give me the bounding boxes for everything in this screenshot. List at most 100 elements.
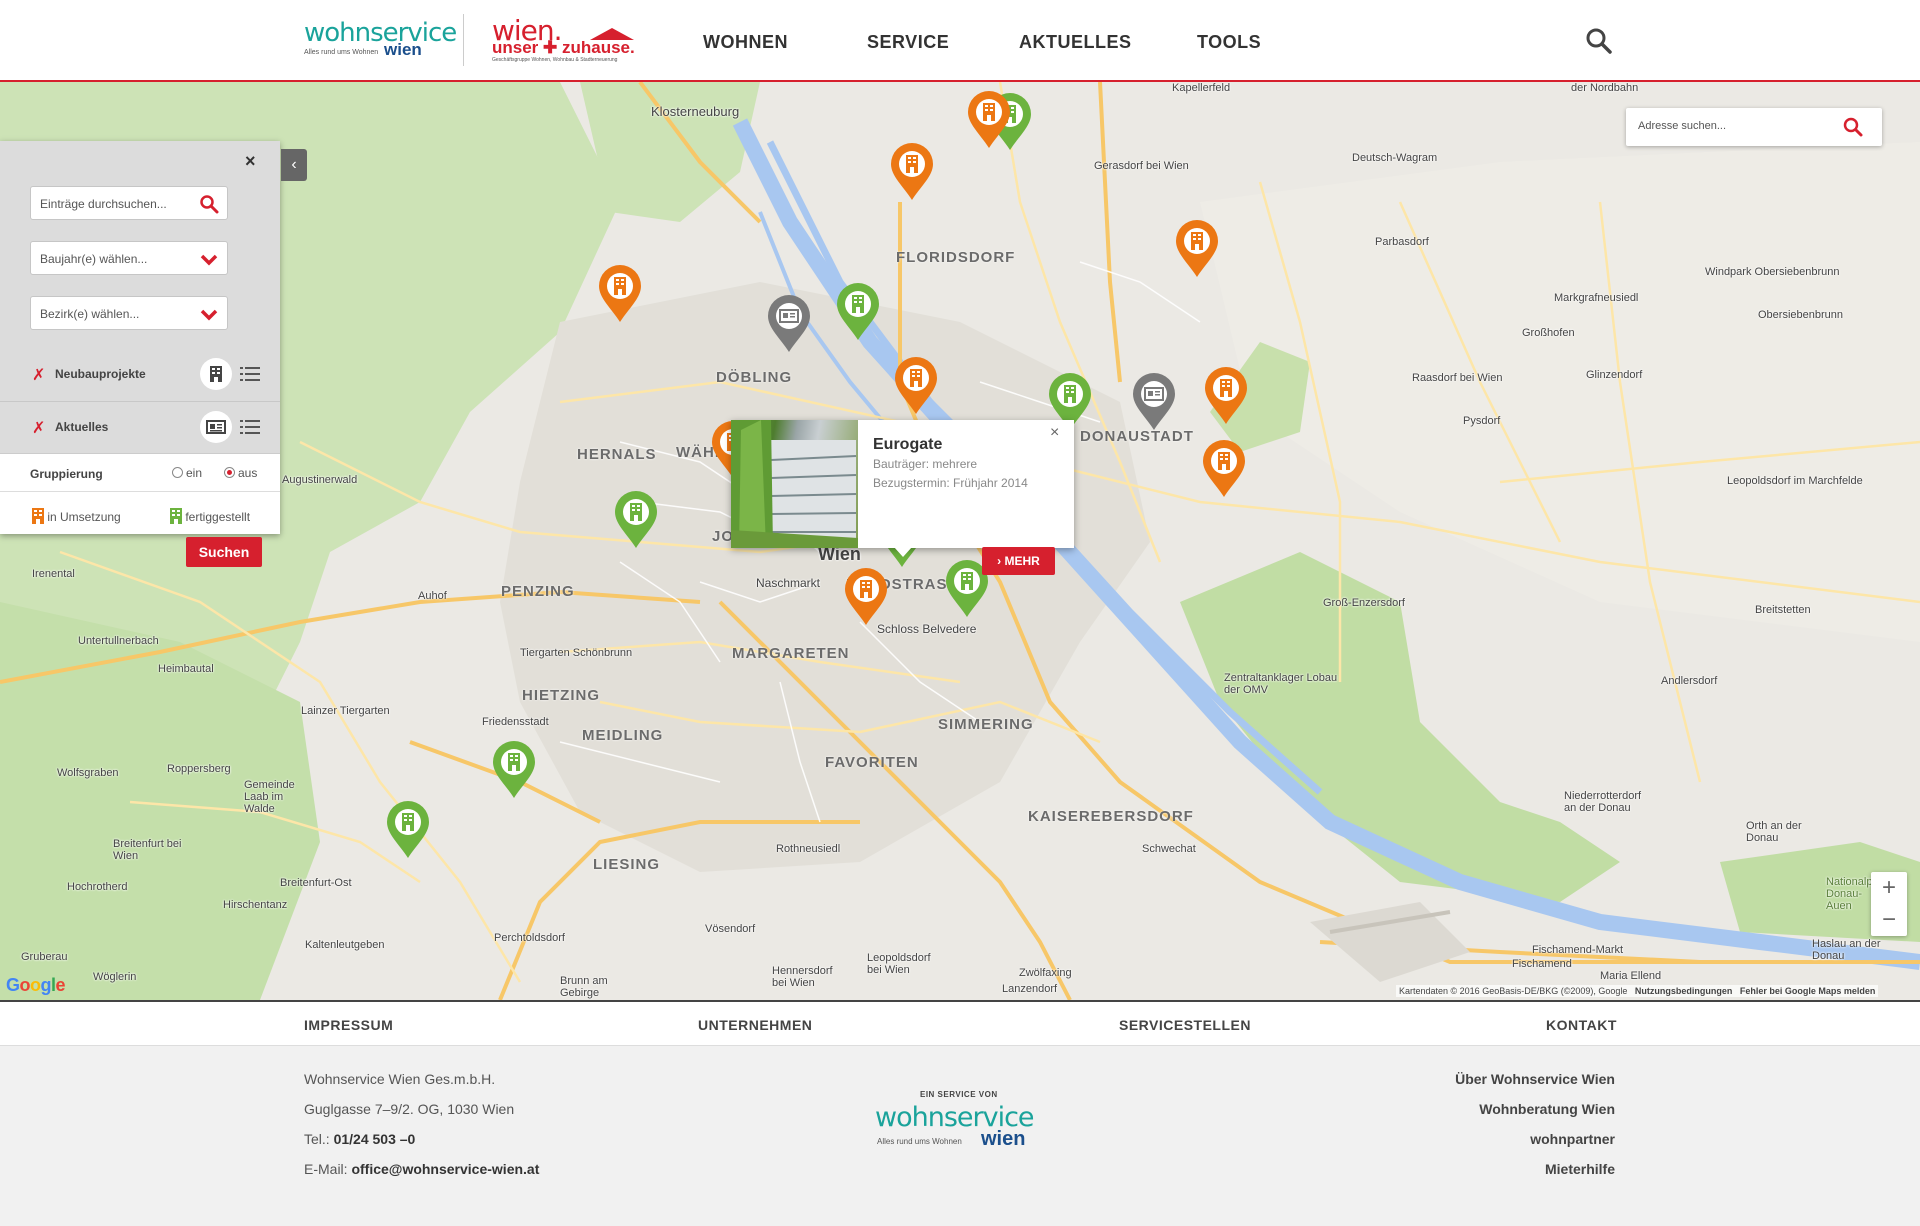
zoom-out-button[interactable]: − (1871, 904, 1907, 936)
footer-nav-impressum[interactable]: IMPRESSUM (304, 1017, 393, 1033)
place-label: Kapellerfeld (1172, 82, 1231, 94)
place-label: Perchtoldsdorf (494, 932, 565, 944)
google-logo: Google (6, 975, 66, 995)
list-icon[interactable] (240, 420, 260, 434)
list-icon[interactable] (240, 367, 260, 381)
building-icon (200, 358, 232, 390)
logo-divider (463, 14, 464, 66)
panel-collapse-button[interactable]: ‹ (281, 149, 307, 181)
map-marker-building-orange[interactable] (1174, 219, 1220, 279)
logo-wien: wien (384, 40, 422, 59)
place-label: Friedensstadt (482, 716, 549, 728)
map-marker-building-orange[interactable] (966, 90, 1012, 150)
layer-toggle-aktuelles[interactable]: ✗ Aktuelles (0, 401, 280, 451)
place-label: Pysdorf (1463, 415, 1501, 427)
map-marker-building-green[interactable] (385, 800, 431, 860)
footer-link-about[interactable]: Über Wohnservice Wien (1455, 1071, 1615, 1087)
year-select[interactable]: Baujahr(e) wählen... (30, 241, 228, 275)
grouping-label: Gruppierung (30, 467, 103, 481)
search-icon (200, 195, 219, 214)
place-label: Vösendorf (705, 923, 756, 935)
map-marker-news-gray[interactable] (766, 294, 812, 354)
place-label: Kaltenleutgeben (305, 939, 385, 951)
layer-label: Aktuelles (55, 420, 109, 434)
district-label: PENZING (501, 583, 575, 600)
place-label: Schloss Belvedere (877, 622, 977, 636)
map-marker-building-orange[interactable] (893, 356, 939, 416)
project-photo (731, 420, 858, 548)
wohnservice-logo[interactable]: wohnservice Alles rund ums Wohnen wien (304, 18, 457, 62)
nav-aktuelles[interactable]: AKTUELLES (1019, 32, 1132, 53)
nav-tools[interactable]: TOOLS (1197, 32, 1261, 53)
footer-nav-servicestellen[interactable]: SERVICESTELLEN (1119, 1017, 1251, 1033)
grouping-on-radio[interactable]: ein (172, 466, 202, 480)
place-label: Breitenfurt-Ost (280, 877, 352, 889)
map-marker-building-orange[interactable] (843, 567, 889, 627)
footer-wohnservice-logo[interactable]: EIN SERVICE VON wohnservice Alles rund u… (875, 1090, 1045, 1150)
place-label: Andlersdorf (1661, 675, 1718, 687)
checkbox-checked-icon[interactable]: ✗ (32, 418, 45, 437)
filter-panel: × ‹ Einträge durchsuchen... Baujahr(e) w… (0, 141, 307, 534)
terms-link[interactable]: Nutzungsbedingungen (1635, 986, 1732, 996)
search-icon[interactable] (1842, 116, 1864, 138)
district-select[interactable]: Bezirk(e) wählen... (30, 296, 228, 330)
district-label: MARGARETEN (732, 645, 850, 662)
map-attribution: Kartendaten © 2016 GeoBasis-DE/BKG (©200… (1396, 985, 1879, 997)
map-marker-building-green[interactable] (835, 282, 881, 342)
place-label: Leopoldsdorf bei Wien (867, 952, 931, 976)
map-canvas[interactable]: FLORIDSDORF DÖBLING HERNALS WÄHRI PENZIN… (0, 82, 1920, 1000)
logo-wordmark: wohnservice (304, 18, 457, 48)
popup-close-button[interactable]: × (1050, 424, 1059, 442)
phone-label: Tel.: (304, 1131, 330, 1147)
layer-label: Neubauprojekte (55, 367, 146, 381)
legend-done-label: fertiggestellt (185, 510, 251, 524)
chevron-left-icon: ‹ (291, 156, 297, 173)
phone-number[interactable]: 01/24 503 –0 (334, 1131, 416, 1147)
layer-toggle-neubauprojekte[interactable]: ✗ Neubauprojekte (0, 349, 280, 399)
place-label: Tiergarten Schönbrunn (520, 647, 633, 659)
map-marker-building-orange[interactable] (1201, 439, 1247, 499)
entries-search-input[interactable]: Einträge durchsuchen... (30, 186, 228, 220)
nav-wohnen[interactable]: WOHNEN (703, 32, 788, 53)
footer-nav-kontakt[interactable]: KONTAKT (1546, 1017, 1617, 1033)
place-label: Zwölfaxing (1019, 967, 1072, 979)
map-marker-news-gray[interactable] (1131, 372, 1177, 432)
grouping-on-label: ein (186, 466, 203, 480)
search-icon[interactable] (1585, 27, 1613, 55)
footer-nav-unternehmen[interactable]: UNTERNEHMEN (698, 1017, 812, 1033)
place-label: Orth an der Donau (1746, 820, 1802, 844)
zoom-in-button[interactable]: + (1871, 872, 1907, 904)
map-marker-building-green[interactable] (613, 490, 659, 550)
place-label: Gruberau (21, 951, 68, 963)
place-label: Hochrotherd (67, 881, 128, 893)
more-button[interactable]: › MEHR (982, 547, 1055, 575)
footer-link-mieterhilfe[interactable]: Mieterhilfe (1545, 1161, 1615, 1177)
service-of-label: EIN SERVICE VON (920, 1090, 998, 1099)
legend-in-progress-label: in Umsetzung (47, 510, 121, 524)
wien-logo[interactable]: wien. unser ✚ zuhause. Geschäftsgruppe W… (492, 14, 637, 66)
map-marker-building-green[interactable] (491, 740, 537, 800)
email-link[interactable]: office@wohnservice-wien.at (351, 1161, 539, 1177)
place-label: Gerasdorf bei Wien (1094, 160, 1189, 172)
report-error-link[interactable]: Fehler bei Google Maps melden (1740, 986, 1876, 996)
place-label: Maria Ellend (1600, 970, 1662, 982)
nav-service[interactable]: SERVICE (867, 32, 949, 53)
checkbox-checked-icon[interactable]: ✗ (32, 365, 45, 384)
grouping-row: Gruppierung ein aus (0, 453, 280, 491)
map-marker-building-orange[interactable] (597, 264, 643, 324)
map-marker-building-orange[interactable] (1203, 366, 1249, 426)
map-marker-building-orange[interactable] (889, 142, 935, 202)
address-search-input[interactable]: Adresse suchen... (1626, 108, 1882, 146)
footer-link-wohnpartner[interactable]: wohnpartner (1530, 1131, 1615, 1147)
newspaper-icon (200, 411, 232, 443)
building-orange-icon (32, 508, 44, 524)
footer-phone: Tel.: 01/24 503 –0 (304, 1131, 415, 1147)
panel-close-button[interactable]: × (245, 151, 256, 172)
footer-link-wohnberatung[interactable]: Wohnberatung Wien (1479, 1101, 1615, 1117)
place-label: Klosterneuburg (651, 104, 740, 119)
search-submit-button[interactable]: Suchen (186, 537, 262, 567)
info-window: Eurogate Bauträger: mehrere Bezugstermin… (731, 420, 1074, 557)
radio-icon (172, 467, 183, 478)
grouping-off-radio[interactable]: aus (224, 466, 257, 480)
place-label: Schwechat (1142, 843, 1196, 855)
